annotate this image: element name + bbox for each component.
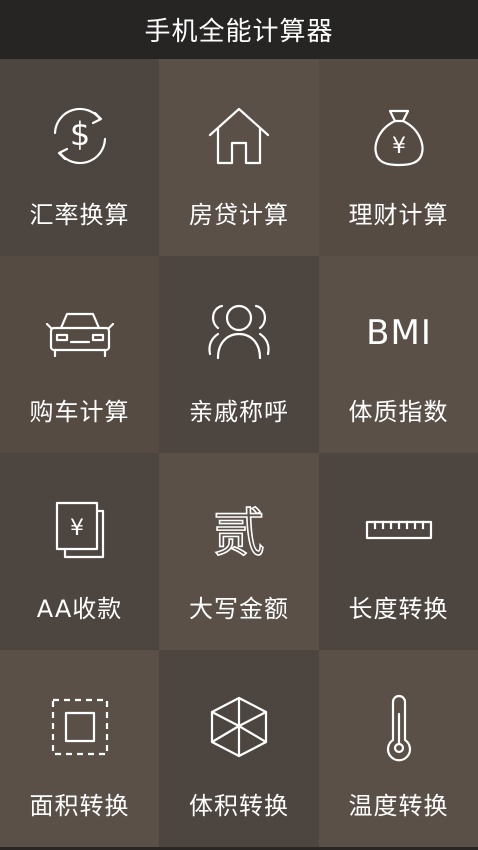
title-bar: 手机全能计算器 — [0, 0, 478, 59]
tile-label: 大写金额 — [189, 595, 289, 623]
tile-area[interactable]: 面积转换 — [0, 650, 159, 847]
tile-label: 汇率换算 — [29, 201, 130, 229]
tile-label: AA收款 — [36, 595, 123, 623]
svg-text:¥: ¥ — [392, 134, 406, 159]
tile-label: 理财计算 — [348, 201, 449, 229]
people-icon — [204, 298, 274, 368]
svg-text:贰: 贰 — [213, 504, 265, 564]
tile-mortgage[interactable]: 房贷计算 — [159, 59, 319, 256]
ruler-icon — [364, 495, 434, 565]
calculator-grid: $ 汇率换算 房贷计算 ¥ 理财计算 购车计算 亲戚称呼 BMI 体质指数 ¥ … — [0, 59, 478, 850]
tile-temperature[interactable]: 温度转换 — [319, 650, 478, 847]
tile-exchange-rate[interactable]: $ 汇率换算 — [0, 59, 159, 256]
bmi-icon: BMI — [364, 298, 434, 368]
house-icon — [204, 101, 274, 171]
tile-label: 温度转换 — [348, 792, 449, 820]
car-icon — [45, 298, 115, 368]
tile-length[interactable]: 长度转换 — [319, 453, 478, 650]
svg-text:¥: ¥ — [70, 516, 84, 541]
yen-cards-icon: ¥ — [45, 495, 115, 565]
tile-relatives[interactable]: 亲戚称呼 — [159, 256, 319, 453]
tile-label: 体质指数 — [348, 398, 449, 426]
chinese-numeral-icon: 贰 — [204, 495, 274, 565]
tile-capital-amount[interactable]: 贰 大写金额 — [159, 453, 319, 650]
tile-label: 房贷计算 — [189, 201, 289, 229]
app-title: 手机全能计算器 — [144, 17, 334, 47]
tile-label: 面积转换 — [29, 792, 130, 820]
tile-split-bill[interactable]: ¥ AA收款 — [0, 453, 159, 650]
tile-car-purchase[interactable]: 购车计算 — [0, 256, 159, 453]
svg-text:$: $ — [69, 115, 89, 153]
tile-label: 购车计算 — [29, 398, 130, 426]
tile-bmi[interactable]: BMI 体质指数 — [319, 256, 478, 453]
tile-volume[interactable]: 体积转换 — [159, 650, 319, 847]
tile-label: 亲戚称呼 — [189, 398, 289, 426]
cube-icon — [204, 692, 274, 762]
tile-label: 长度转换 — [348, 595, 449, 623]
money-bag-icon: ¥ — [364, 101, 434, 171]
tile-wealth[interactable]: ¥ 理财计算 — [319, 59, 478, 256]
svg-text:BMI: BMI — [366, 313, 432, 353]
thermometer-icon — [364, 692, 434, 762]
area-square-icon — [45, 692, 115, 762]
currency-exchange-icon: $ — [45, 101, 115, 171]
tile-label: 体积转换 — [189, 792, 289, 820]
